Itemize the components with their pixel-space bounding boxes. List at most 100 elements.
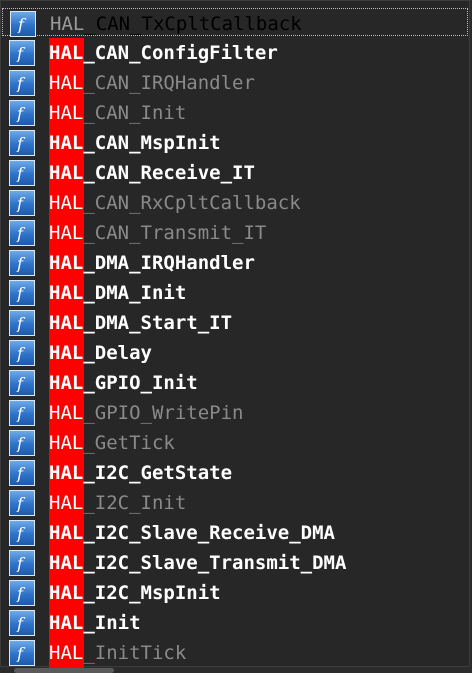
item-prefix: HAL (49, 312, 84, 334)
autocomplete-list[interactable]: f HAL_CAN_TxCpltCallback f HAL_CAN_ConfigFi… (0, 0, 470, 668)
item-prefix: HAL (49, 492, 84, 514)
function-icon: f (9, 250, 35, 276)
item-suffix: _CAN_Init (83, 102, 187, 124)
item-suffix: _DMA_Init (83, 282, 187, 304)
item-suffix: _CAN_RxCpltCallback (83, 192, 301, 214)
item-label: HAL_DMA_Init (49, 282, 186, 304)
list-item[interactable]: f HAL_CAN_TxCpltCallback (2, 8, 468, 37)
function-icon: f (9, 220, 35, 246)
list-item[interactable]: f HAL_CAN_MspInit (2, 128, 468, 158)
item-prefix: HAL (49, 582, 84, 604)
svg-text:f: f (16, 314, 26, 332)
svg-text:f: f (16, 584, 26, 602)
item-suffix: _GetTick (83, 432, 175, 454)
item-label: HAL_CAN_Receive_IT (49, 162, 255, 184)
item-label: HAL_CAN_Init (49, 102, 186, 124)
svg-text:f: f (16, 554, 26, 572)
item-suffix: _GPIO_Init (83, 372, 198, 394)
svg-text:f: f (16, 44, 26, 62)
item-prefix: HAL (49, 72, 84, 94)
list-item[interactable]: f HAL_DMA_Start_IT (2, 308, 468, 338)
horizontal-scrollbar[interactable] (14, 668, 114, 673)
item-prefix: HAL (49, 342, 84, 364)
item-label: HAL_CAN_Transmit_IT (49, 222, 266, 244)
item-prefix: HAL (49, 42, 84, 64)
function-icon: f (9, 550, 35, 576)
item-suffix: _DMA_IRQHandler (83, 252, 255, 274)
function-icon: f (9, 610, 35, 636)
list-item[interactable]: f HAL_CAN_Transmit_IT (2, 218, 468, 248)
item-label: HAL_CAN_RxCpltCallback (49, 192, 301, 214)
svg-text:f: f (16, 74, 26, 92)
item-prefix: HAL (49, 252, 84, 274)
item-prefix: HAL (49, 192, 84, 214)
list-item[interactable]: f HAL_I2C_MspInit (2, 578, 468, 608)
item-label: HAL_CAN_TxCpltCallback (50, 13, 302, 35)
item-label: HAL_GPIO_WritePin (49, 402, 243, 424)
svg-text:f: f (16, 434, 26, 452)
item-suffix: _I2C_MspInit (83, 582, 221, 604)
svg-text:f: f (16, 224, 26, 242)
list-item[interactable]: f HAL_Delay (2, 338, 468, 368)
list-item[interactable]: f HAL_DMA_Init (2, 278, 468, 308)
list-item[interactable]: f HAL_CAN_RxCpltCallback (2, 188, 468, 218)
function-icon: f (9, 160, 35, 186)
svg-text:f: f (16, 374, 26, 392)
item-prefix: HAL (49, 612, 84, 634)
item-prefix: HAL (49, 102, 84, 124)
list-item[interactable]: f HAL_CAN_ConfigFilter (2, 38, 468, 68)
list-item[interactable]: f HAL_Init (2, 608, 468, 638)
item-suffix: _GPIO_WritePin (83, 402, 244, 424)
svg-text:f: f (17, 15, 27, 33)
item-label: HAL_Init (49, 612, 141, 634)
function-icon: f (9, 430, 35, 456)
list-item[interactable]: f HAL_GetTick (2, 428, 468, 458)
function-icon: f (9, 40, 35, 66)
list-item[interactable]: f HAL_InitTick (2, 638, 468, 668)
item-prefix: HAL (49, 522, 84, 544)
svg-text:f: f (16, 614, 26, 632)
list-item[interactable]: f HAL_DMA_IRQHandler (2, 248, 468, 278)
list-item[interactable]: f HAL_I2C_Slave_Receive_DMA (2, 518, 468, 548)
function-icon: f (9, 190, 35, 216)
list-item[interactable]: f HAL_I2C_Init (2, 488, 468, 518)
item-prefix: HAL (50, 13, 85, 35)
function-icon: f (9, 370, 35, 396)
svg-text:f: f (16, 344, 26, 362)
item-prefix: HAL (49, 222, 84, 244)
svg-text:f: f (16, 404, 26, 422)
function-icon: f (9, 100, 35, 126)
item-prefix: HAL (49, 372, 84, 394)
item-prefix: HAL (49, 282, 84, 304)
item-suffix: _Init (83, 612, 141, 634)
svg-text:f: f (16, 524, 26, 542)
function-icon: f (10, 11, 36, 37)
item-label: HAL_InitTick (49, 642, 186, 664)
item-suffix: _I2C_GetState (83, 462, 233, 484)
item-suffix: _CAN_TxCpltCallback (84, 13, 302, 35)
list-item[interactable]: f HAL_CAN_Receive_IT (2, 158, 468, 188)
function-icon: f (9, 460, 35, 486)
function-icon: f (9, 400, 35, 426)
function-icon: f (9, 640, 35, 666)
svg-text:f: f (16, 494, 26, 512)
list-item[interactable]: f HAL_I2C_GetState (2, 458, 468, 488)
function-icon: f (9, 280, 35, 306)
item-label: HAL_GetTick (49, 432, 175, 454)
svg-text:f: f (16, 644, 26, 662)
svg-text:f: f (16, 464, 26, 482)
list-item[interactable]: f HAL_I2C_Slave_Transmit_DMA (2, 548, 468, 578)
svg-text:f: f (16, 134, 26, 152)
item-label: HAL_DMA_IRQHandler (49, 252, 255, 274)
list-item[interactable]: f HAL_GPIO_WritePin (2, 398, 468, 428)
item-suffix: _DMA_Start_IT (83, 312, 233, 334)
list-item[interactable]: f HAL_CAN_IRQHandler (2, 68, 468, 98)
item-prefix: HAL (49, 642, 84, 664)
list-item[interactable]: f HAL_GPIO_Init (2, 368, 468, 398)
item-label: HAL_I2C_GetState (49, 462, 232, 484)
item-prefix: HAL (49, 462, 84, 484)
item-label: HAL_I2C_Slave_Transmit_DMA (49, 552, 346, 574)
item-label: HAL_I2C_Init (49, 492, 186, 514)
item-suffix: _CAN_MspInit (83, 132, 221, 154)
list-item[interactable]: f HAL_CAN_Init (2, 98, 468, 128)
